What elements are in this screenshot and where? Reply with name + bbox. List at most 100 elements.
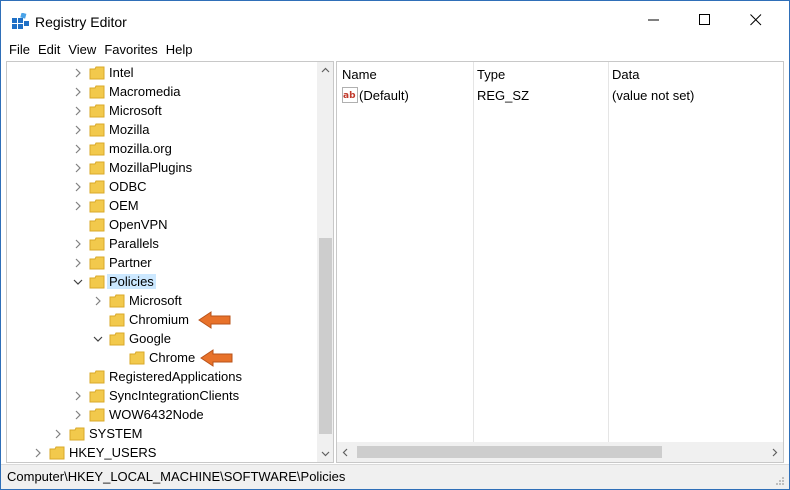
tree-item-syncintegrationclients[interactable]: SyncIntegrationClients [7, 387, 317, 406]
folder-icon [89, 237, 105, 251]
resize-grip-icon[interactable] [775, 476, 785, 486]
tree-item-registeredapplications[interactable]: RegisteredApplications [7, 368, 317, 387]
column-header-data[interactable]: Data [607, 62, 783, 86]
chevron-left-icon [342, 448, 348, 456]
minimize-button[interactable] [631, 1, 677, 39]
orange-arrow-icon [198, 311, 231, 329]
column-header-name[interactable]: Name [337, 62, 473, 86]
tree-item-label: ODBC [109, 179, 147, 194]
tree-vertical-scrollbar[interactable] [317, 62, 333, 462]
chevron-right-icon[interactable] [73, 201, 83, 211]
folder-icon [69, 427, 85, 441]
tree-item-macromedia[interactable]: Macromedia [7, 83, 317, 102]
folder-icon [89, 161, 105, 175]
key-tree: Intel Macromedia Microsoft Mozilla mozil [7, 62, 317, 462]
folder-icon [89, 142, 105, 156]
folder-icon [89, 180, 105, 194]
chevron-right-icon[interactable] [73, 410, 83, 420]
values-scroll-thumb[interactable] [357, 446, 662, 458]
chevron-right-icon[interactable] [73, 87, 83, 97]
scroll-down-button[interactable] [317, 445, 333, 462]
close-icon [750, 14, 762, 26]
folder-icon [89, 256, 105, 270]
tree-item-system[interactable]: SYSTEM [7, 425, 317, 444]
column-divider[interactable] [608, 62, 609, 442]
chevron-right-icon[interactable] [73, 125, 83, 135]
chevron-right-icon[interactable] [73, 144, 83, 154]
tree-item-label: Microsoft [129, 293, 182, 308]
tree-item-policies[interactable]: Policies [7, 273, 317, 292]
tree-item-parallels[interactable]: Parallels [7, 235, 317, 254]
registry-icon [12, 13, 29, 29]
close-button[interactable] [733, 1, 779, 39]
chevron-right-icon[interactable] [93, 296, 103, 306]
menu-view[interactable]: View [64, 39, 100, 61]
chevron-right-icon[interactable] [73, 258, 83, 268]
menu-favorites[interactable]: Favorites [100, 39, 161, 61]
value-name: (Default) [359, 88, 409, 103]
folder-icon [89, 85, 105, 99]
chevron-down-icon[interactable] [73, 277, 83, 287]
tree-item-partner[interactable]: Partner [7, 254, 317, 273]
tree-item-mozilla[interactable]: Mozilla [7, 121, 317, 140]
tree-item-policies-microsoft[interactable]: Microsoft [7, 292, 317, 311]
value-row-default[interactable]: ab (Default) REG_SZ (value not set) [337, 86, 783, 106]
tree-item-label: Chromium [129, 312, 189, 327]
menu-edit[interactable]: Edit [34, 39, 64, 61]
tree-scroll-thumb[interactable] [319, 238, 332, 434]
chevron-right-icon[interactable] [73, 106, 83, 116]
folder-icon [89, 66, 105, 80]
column-divider[interactable] [473, 62, 474, 442]
tree-item-label: WOW6432Node [109, 407, 204, 422]
tree-item-odbc[interactable]: ODBC [7, 178, 317, 197]
tree-item-label: Partner [109, 255, 152, 270]
tree-item-oem[interactable]: OEM [7, 197, 317, 216]
chevron-right-icon[interactable] [73, 68, 83, 78]
registry-editor-window: Registry Editor File Edit View Favorites… [0, 0, 790, 490]
menu-bar: File Edit View Favorites Help [1, 39, 789, 61]
window-title: Registry Editor [35, 14, 127, 30]
minimize-icon [648, 19, 659, 21]
value-type: REG_SZ [477, 88, 530, 103]
chevron-up-icon [321, 67, 330, 73]
scroll-left-button[interactable] [337, 442, 354, 462]
tree-item-mozillaplugins[interactable]: MozillaPlugins [7, 159, 317, 178]
tree-item-label: Mozilla [109, 122, 150, 137]
tree-item-openvpn[interactable]: OpenVPN [7, 216, 317, 235]
tree-item-hkey-users[interactable]: HKEY_USERS [7, 444, 317, 462]
chevron-right-icon[interactable] [33, 448, 43, 458]
tree-item-mozilla-org[interactable]: mozilla.org [7, 140, 317, 159]
menu-help[interactable]: Help [162, 39, 197, 61]
tree-item-label: Parallels [109, 236, 159, 251]
scroll-up-button[interactable] [317, 62, 333, 79]
tree-item-wow6432node[interactable]: WOW6432Node [7, 406, 317, 425]
column-header-type[interactable]: Type [472, 62, 608, 86]
status-bar: Computer\HKEY_LOCAL_MACHINE\SOFTWARE\Pol… [1, 464, 789, 489]
values-list-pane[interactable]: Name Type Data ab (Default) REG_SZ (valu… [336, 61, 784, 463]
chevron-right-icon[interactable] [53, 429, 63, 439]
chevron-right-icon[interactable] [73, 163, 83, 173]
scroll-right-button[interactable] [766, 442, 783, 462]
chevron-down-icon [321, 451, 330, 457]
value-data: (value not set) [612, 88, 695, 103]
tree-item-intel[interactable]: Intel [7, 64, 317, 83]
chevron-right-icon[interactable] [73, 239, 83, 249]
tree-item-label: Policies [107, 274, 156, 289]
folder-icon [129, 351, 145, 365]
folder-icon [89, 370, 105, 384]
tree-item-microsoft[interactable]: Microsoft [7, 102, 317, 121]
maximize-icon [699, 14, 710, 25]
chevron-right-icon[interactable] [73, 391, 83, 401]
chevron-right-icon[interactable] [73, 182, 83, 192]
key-tree-pane[interactable]: Intel Macromedia Microsoft Mozilla mozil [6, 61, 334, 463]
folder-icon [89, 199, 105, 213]
menu-file[interactable]: File [5, 39, 34, 61]
tree-item-chrome[interactable]: Chrome [7, 349, 317, 368]
values-horizontal-scrollbar[interactable] [337, 442, 783, 462]
maximize-button[interactable] [682, 1, 728, 39]
tree-item-label: RegisteredApplications [109, 369, 242, 384]
tree-item-chromium[interactable]: Chromium [7, 311, 317, 330]
folder-icon [89, 123, 105, 137]
tree-item-google[interactable]: Google [7, 330, 317, 349]
chevron-down-icon[interactable] [93, 334, 103, 344]
